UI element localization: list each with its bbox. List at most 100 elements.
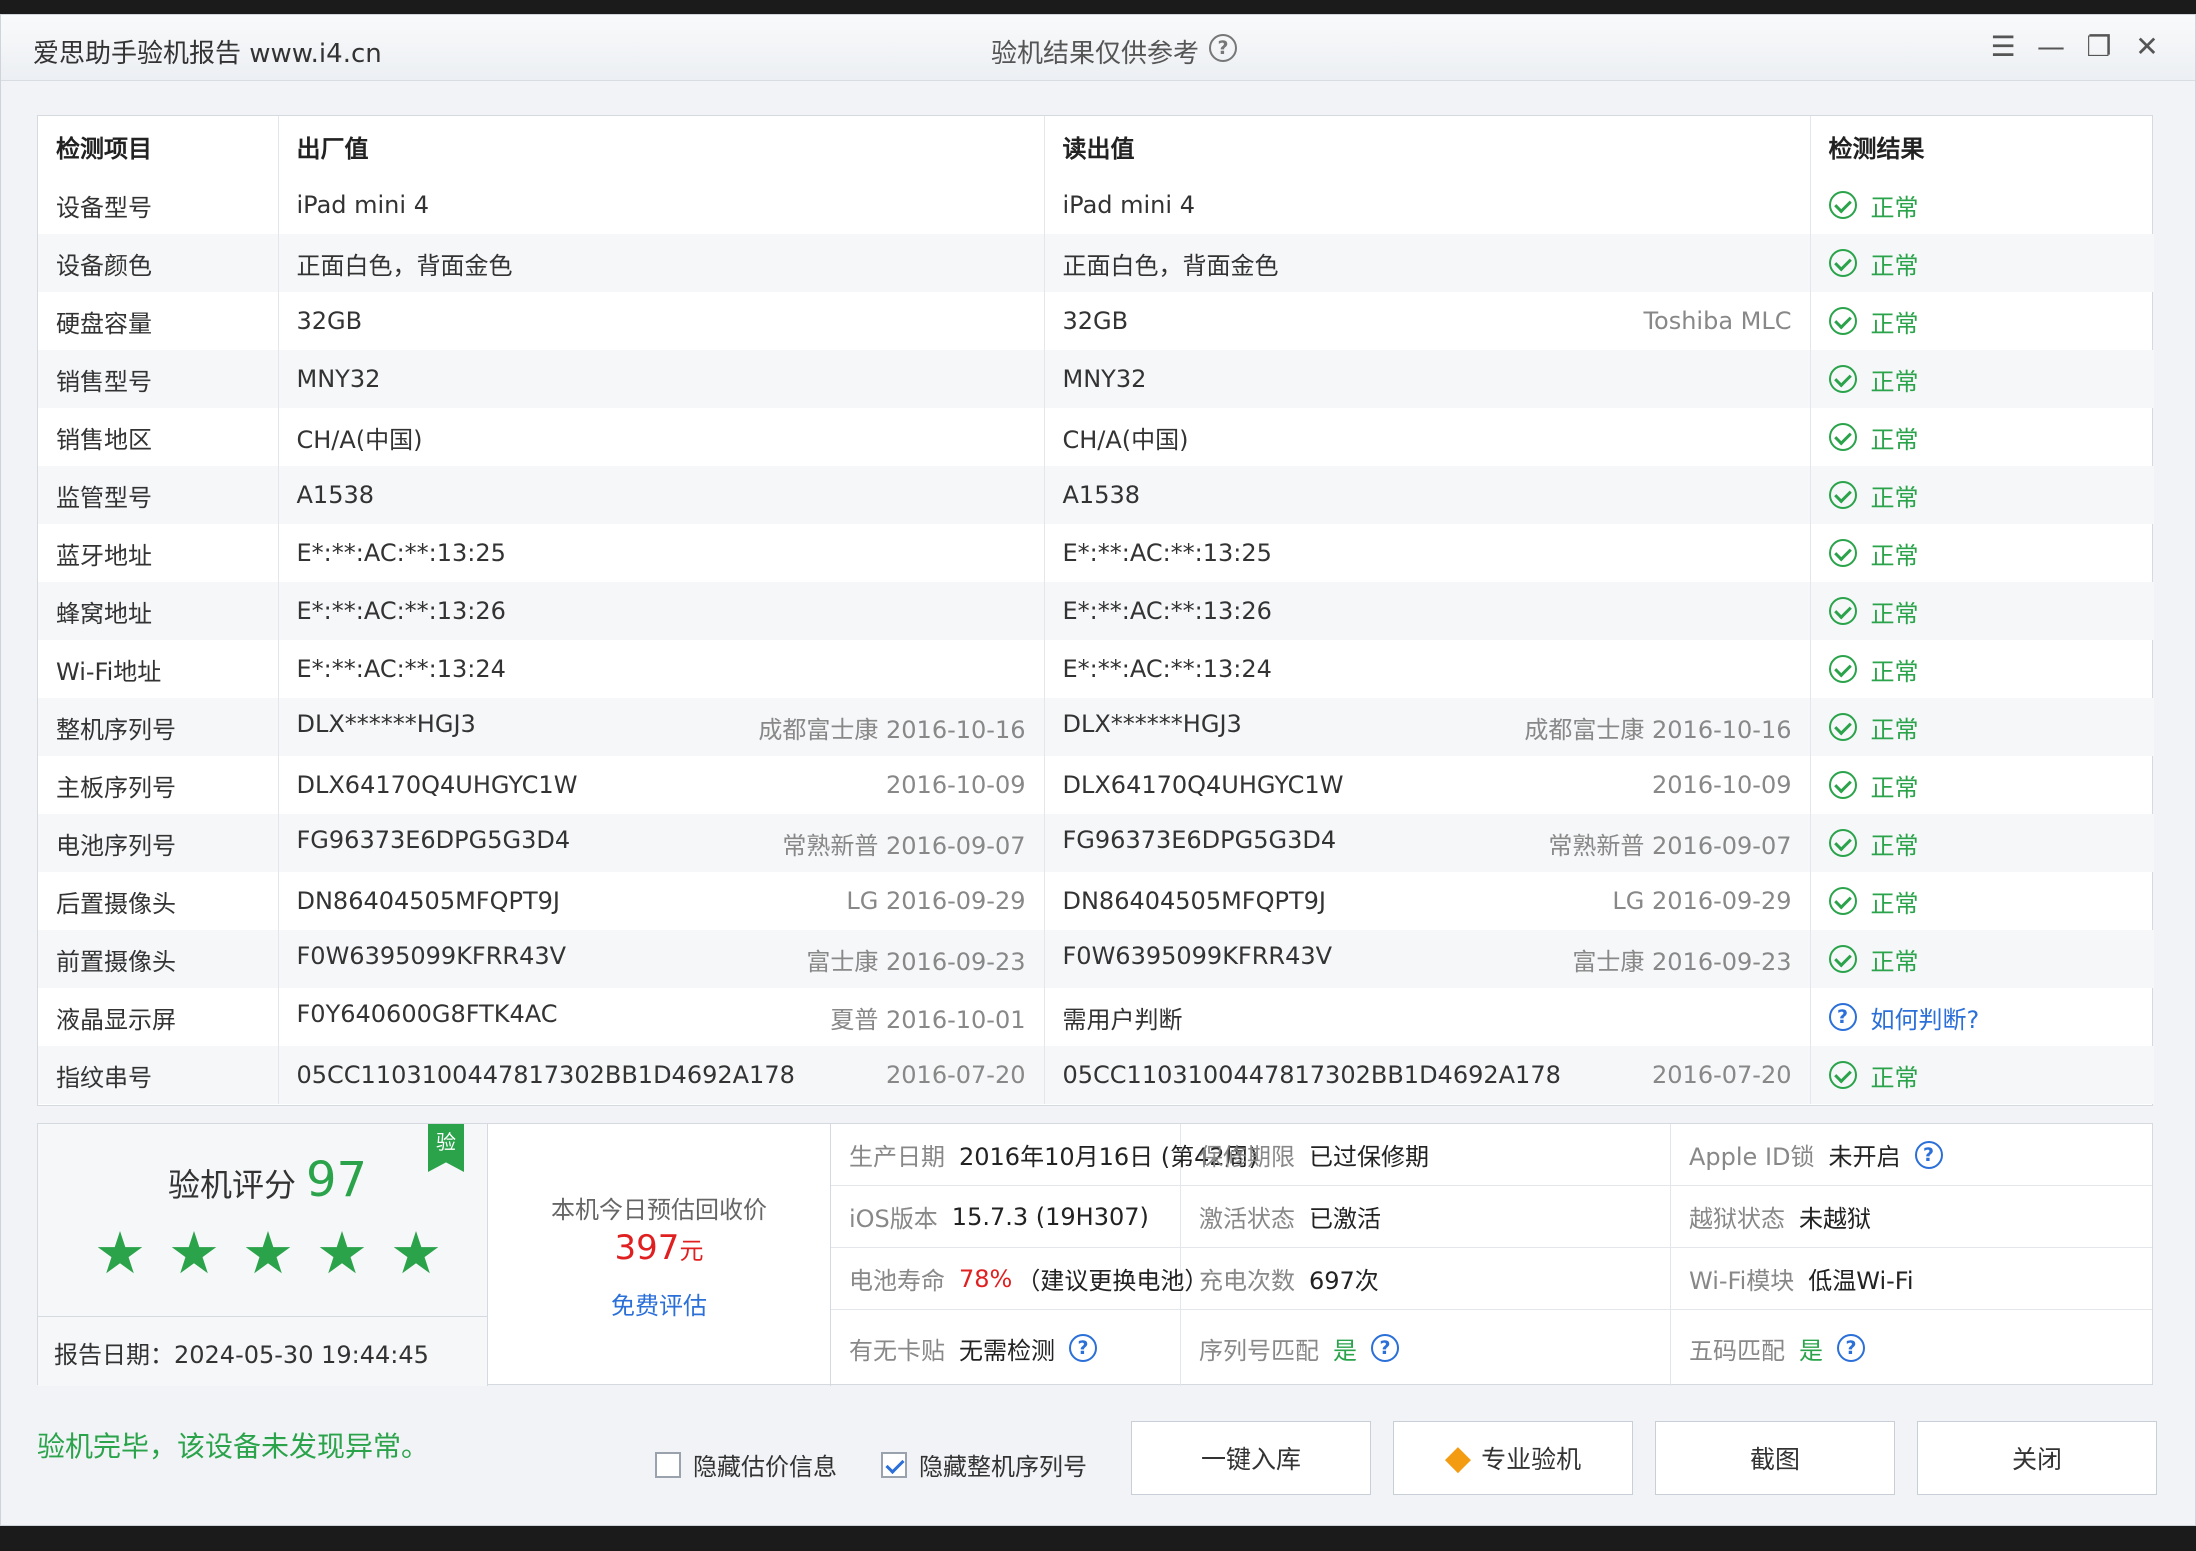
read-value: 05CC1103100447817302BB1D4692A178 2016-07-…	[1044, 1046, 1811, 1104]
report-date: 报告日期：2024-05-30 19:44:45	[38, 1316, 488, 1386]
value-text: iPad mini 4	[1062, 191, 1195, 219]
star-icon: ★	[94, 1219, 146, 1287]
info-key: 激活状态	[1199, 1205, 1295, 1233]
info-value: 15.7.3 (19H307)	[951, 1202, 1149, 1231]
factory-value: 05CC1103100447817302BB1D4692A178 2016-07-…	[278, 1046, 1045, 1104]
info-value: 已过保修期	[1309, 1143, 1429, 1171]
result-text: 正常	[1870, 831, 1919, 860]
result-help-link[interactable]: ? 如何判断?	[1828, 1000, 2137, 1035]
info-key: iOS版本	[849, 1205, 938, 1233]
sim-help-icon[interactable]: ?	[1069, 1334, 1097, 1362]
value-wrap: CH/A(中国)	[1063, 420, 1792, 455]
item-label: 销售地区	[56, 425, 152, 454]
check-circle-icon	[1828, 249, 1857, 277]
value-text: A1538	[1062, 481, 1141, 509]
check-result: 正常	[1810, 698, 2154, 756]
read-value: A1538	[1044, 466, 1811, 524]
question-circle-icon[interactable]: ?	[1828, 1003, 1857, 1031]
table-row: 硬盘容量 32GB 32GB Toshiba MLC 正常	[38, 292, 2154, 350]
screenshot-button[interactable]: 截图	[1655, 1421, 1895, 1495]
apple-id-help-icon[interactable]: ?	[1914, 1140, 1943, 1169]
info-ios: iOS版本 15.7.3 (19H307)	[831, 1186, 1181, 1248]
price-unit: 元	[679, 1237, 704, 1265]
result-ok: 正常	[1828, 884, 2137, 919]
minimize-icon[interactable]: —	[2033, 29, 2069, 65]
table-body: 设备型号 iPad mini 4 iPad mini 4 正常 设备颜色 正面白色，背面金…	[38, 176, 2154, 1104]
result-text: 正常	[1870, 657, 1919, 686]
info-value: 已激活	[1309, 1205, 1381, 1233]
report-window: 爱思助手验机报告 www.i4.cn 验机结果仅供参考 ? ☰ — ❐ ✕ 检测…	[0, 14, 2196, 1526]
value-wrap: 05CC1103100447817302BB1D4692A178 2016-07-…	[297, 1061, 1026, 1089]
item-label: 前置摄像头	[56, 947, 176, 976]
value-wrap: 正面白色，背面金色	[1063, 246, 1792, 281]
col-header-result: 检测结果	[1828, 134, 1925, 163]
read-value: DN86404505MFQPT9J LG 2016-09-29	[1044, 872, 1811, 930]
col-header-read: 读出值	[1044, 116, 1811, 176]
factory-value: E*:**:AC:**:13:26	[278, 582, 1045, 640]
factory-value: FG96373E6DPG5G3D4 常熟新普 2016-09-07	[278, 814, 1045, 872]
result-ok: 正常	[1828, 478, 2137, 513]
factory-value: F0Y640600G8FTK4AC 夏普 2016-10-01	[278, 988, 1045, 1046]
table-row: 销售地区 CH/A(中国) CH/A(中国) 正常	[38, 408, 2154, 466]
factory-value: E*:**:AC:**:13:24	[278, 640, 1045, 698]
help-icon[interactable]: ?	[1209, 34, 1237, 62]
check-circle-icon	[1828, 771, 1857, 799]
table-row: 后置摄像头 DN86404505MFQPT9J LG 2016-09-29 DN864…	[38, 872, 2154, 930]
value-text: E*:**:AC:**:13:24	[1062, 655, 1272, 683]
value-text: CH/A(中国)	[1062, 425, 1189, 454]
check-item: 主板序列号	[38, 756, 279, 814]
pro-check-button[interactable]: ◆ 专业验机	[1393, 1421, 1633, 1495]
restore-icon[interactable]: ❐	[2081, 29, 2117, 65]
checkbox-box[interactable]	[655, 1451, 681, 1478]
item-label: 销售型号	[56, 367, 152, 396]
check-circle-icon	[1828, 713, 1857, 741]
result-text: 正常	[1870, 251, 1919, 280]
value-note: LG 2016-09-29	[1612, 887, 1792, 915]
value-text: E*:**:AC:**:13:25	[296, 539, 506, 567]
value-text: 正面白色，背面金色	[296, 251, 513, 280]
stock-in-button[interactable]: 一键入库	[1131, 1421, 1371, 1495]
free-eval-link[interactable]: 免费评估	[488, 1286, 830, 1321]
result-text: 正常	[1870, 773, 1919, 802]
close-icon[interactable]: ✕	[2129, 29, 2165, 65]
info-key: 越狱状态	[1689, 1205, 1785, 1233]
value-note: 成都富士康 2016-10-16	[758, 715, 1026, 744]
factory-value: MNY32	[278, 350, 1045, 408]
value-note: 2016-07-20	[886, 1061, 1026, 1089]
five-code-help-icon[interactable]: ?	[1837, 1334, 1865, 1362]
menu-icon[interactable]: ☰	[1985, 29, 2021, 65]
value-text: DLX******HGJ3	[296, 709, 476, 738]
result-text[interactable]: 如何判断?	[1871, 1000, 1980, 1035]
serial-help-icon[interactable]: ?	[1371, 1334, 1399, 1362]
info-key: 保修期限	[1199, 1143, 1295, 1171]
close-button[interactable]: 关闭	[1917, 1421, 2157, 1495]
value-text: 32GB	[1062, 307, 1129, 335]
check-result: ? 如何判断?	[1810, 988, 2154, 1046]
check-item: 后置摄像头	[38, 872, 279, 930]
value-wrap: DN86404505MFQPT9J LG 2016-09-29	[1063, 887, 1792, 915]
star-icon: ★	[316, 1219, 368, 1287]
hide-price-checkbox[interactable]: 隐藏估价信息	[655, 1447, 837, 1482]
value-note: 常熟新普 2016-09-07	[782, 831, 1026, 860]
result-ok: 正常	[1828, 304, 2137, 339]
factory-value: 正面白色，背面金色	[278, 234, 1045, 292]
check-circle-icon	[1828, 481, 1857, 509]
factory-value: CH/A(中国)	[278, 408, 1045, 466]
check-status-message: 验机完毕，该设备未发现异常。	[37, 1430, 430, 1463]
result-text: 正常	[1870, 599, 1919, 628]
score-line: 验机评分 97	[168, 1152, 367, 1208]
value-note: 2016-07-20	[1652, 1061, 1792, 1089]
factory-value: E*:**:AC:**:13:25	[278, 524, 1045, 582]
value-text: 05CC1103100447817302BB1D4692A178	[296, 1061, 795, 1089]
value-wrap: E*:**:AC:**:13:24	[1063, 655, 1792, 683]
item-label: 整机序列号	[56, 715, 176, 744]
checkbox-box[interactable]	[881, 1451, 907, 1478]
hide-serial-checkbox[interactable]: 隐藏整机序列号	[881, 1447, 1087, 1482]
value-wrap: DLX******HGJ3 成都富士康 2016-10-16	[1063, 710, 1792, 745]
value-wrap: 32GB	[297, 307, 1026, 335]
value-wrap: 正面白色，背面金色	[297, 246, 1026, 281]
value-wrap: DLX******HGJ3 成都富士康 2016-10-16	[297, 710, 1026, 745]
value-note: Toshiba MLC	[1643, 307, 1792, 335]
info-apple-id: Apple ID锁 未开启?	[1671, 1124, 2152, 1186]
value-text: FG96373E6DPG5G3D4	[1062, 825, 1337, 854]
